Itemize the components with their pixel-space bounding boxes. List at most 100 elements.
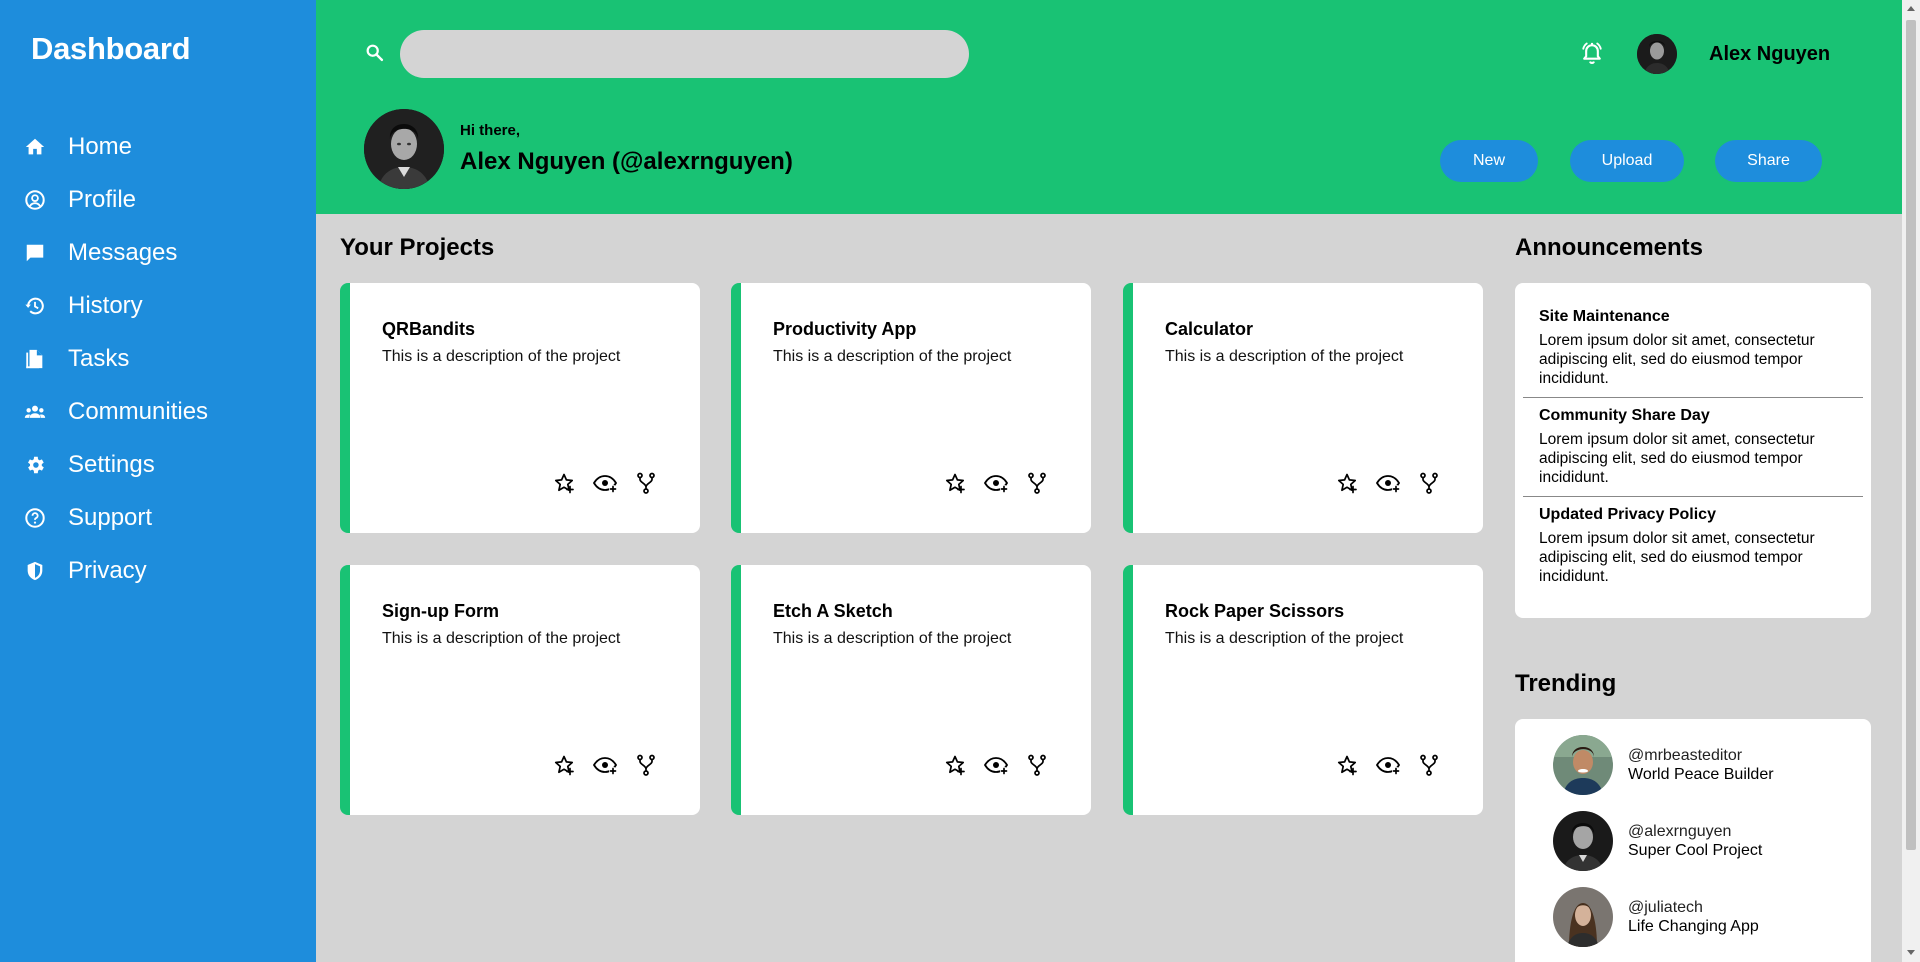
trending-project: Life Changing App xyxy=(1628,918,1759,935)
trending-handle: @alexrnguyen xyxy=(1628,823,1732,840)
project-title[interactable]: Productivity App xyxy=(773,319,916,340)
gear-icon xyxy=(24,454,46,476)
announcement-item: Updated Privacy Policy Lorem ipsum dolor… xyxy=(1523,496,1863,595)
announcements-card: Site Maintenance Lorem ipsum dolor sit a… xyxy=(1515,283,1871,618)
announcement-item: Site Maintenance Lorem ipsum dolor sit a… xyxy=(1523,303,1863,397)
trending-item[interactable]: @alexrnguyen Super Cool Project xyxy=(1553,811,1762,871)
trending-item[interactable]: @mrbeasteditor World Peace Builder xyxy=(1553,735,1774,795)
watch-icon[interactable] xyxy=(591,751,619,779)
announcement-text: Lorem ipsum dolor sit amet, consectetur … xyxy=(1539,332,1815,387)
project-actions xyxy=(941,469,1051,497)
project-actions xyxy=(550,751,660,779)
announcement-item: Community Share Day Lorem ipsum dolor si… xyxy=(1523,397,1863,496)
project-card[interactable]: Productivity App This is a description of… xyxy=(731,283,1091,533)
project-actions xyxy=(1333,751,1443,779)
sidebar-item-support[interactable]: Support xyxy=(0,491,316,544)
announcement-text: Lorem ipsum dolor sit amet, consectetur … xyxy=(1539,431,1815,486)
watch-icon[interactable] xyxy=(982,751,1010,779)
trending-item[interactable]: @juliatech Life Changing App xyxy=(1553,887,1759,947)
sidebar-item-profile[interactable]: Profile xyxy=(0,173,316,226)
trending-handle: @juliatech xyxy=(1628,899,1703,916)
fork-icon[interactable] xyxy=(1023,751,1051,779)
search-input[interactable] xyxy=(400,30,969,78)
project-actions xyxy=(1333,469,1443,497)
sidebar-item-home[interactable]: Home xyxy=(0,120,316,173)
profile-icon xyxy=(24,189,46,211)
sidebar-item-label: Support xyxy=(68,503,153,531)
fork-icon[interactable] xyxy=(1415,751,1443,779)
sidebar-nav: Home Profile Messages History Tasks Comm… xyxy=(0,120,316,597)
shield-icon xyxy=(24,560,46,582)
project-card[interactable]: Rock Paper Scissors This is a description… xyxy=(1123,565,1483,815)
sidebar-item-settings[interactable]: Settings xyxy=(0,438,316,491)
project-title[interactable]: Rock Paper Scissors xyxy=(1165,601,1344,622)
profile-avatar xyxy=(364,109,444,189)
new-button[interactable]: New xyxy=(1440,140,1538,182)
sidebar-item-tasks[interactable]: Tasks xyxy=(0,332,316,385)
trending-project: World Peace Builder xyxy=(1628,766,1774,783)
history-icon xyxy=(24,295,46,317)
watch-icon[interactable] xyxy=(1374,469,1402,497)
fork-icon[interactable] xyxy=(1415,469,1443,497)
announcements-title: Announcements xyxy=(1515,234,1704,261)
avatar xyxy=(1553,887,1613,947)
fork-icon[interactable] xyxy=(1023,469,1051,497)
sidebar: Dashboard Home Profile Messages History xyxy=(0,0,316,962)
watch-icon[interactable] xyxy=(591,469,619,497)
project-title[interactable]: Sign-up Form xyxy=(382,601,499,622)
project-actions xyxy=(550,469,660,497)
announcement-text: Lorem ipsum dolor sit amet, consectetur … xyxy=(1539,530,1815,585)
greeting: Hi there, xyxy=(460,122,521,139)
fork-icon[interactable] xyxy=(632,469,660,497)
star-add-icon[interactable] xyxy=(941,751,969,779)
communities-icon xyxy=(24,401,46,423)
sidebar-item-communities[interactable]: Communities xyxy=(0,385,316,438)
projects-title: Your Projects xyxy=(340,234,495,261)
search-icon[interactable] xyxy=(364,42,386,64)
project-card[interactable]: Etch A Sketch This is a description of th… xyxy=(731,565,1091,815)
project-description: This is a description of the project xyxy=(382,630,621,647)
project-title[interactable]: Calculator xyxy=(1165,319,1253,340)
sidebar-item-messages[interactable]: Messages xyxy=(0,226,316,279)
sidebar-item-privacy[interactable]: Privacy xyxy=(0,544,316,597)
project-description: This is a description of the project xyxy=(1165,630,1404,647)
announcement-title: Community Share Day xyxy=(1539,407,1710,424)
avatar xyxy=(1553,735,1613,795)
trending-project: Super Cool Project xyxy=(1628,842,1763,859)
star-add-icon[interactable] xyxy=(550,751,578,779)
star-add-icon[interactable] xyxy=(550,469,578,497)
scrollbar[interactable] xyxy=(1902,0,1920,962)
project-card[interactable]: QRBandits This is a description of the pr… xyxy=(340,283,700,533)
sidebar-item-label: Home xyxy=(68,132,133,160)
upload-button[interactable]: Upload xyxy=(1570,140,1684,182)
star-add-icon[interactable] xyxy=(1333,469,1361,497)
share-button[interactable]: Share xyxy=(1715,140,1822,182)
watch-icon[interactable] xyxy=(1374,751,1402,779)
avatar xyxy=(1553,811,1613,871)
bell-icon[interactable] xyxy=(1578,40,1606,68)
project-description: This is a description of the project xyxy=(773,630,1012,647)
sidebar-item-label: Privacy xyxy=(68,556,147,584)
sidebar-item-label: Tasks xyxy=(68,344,130,372)
scrollbar-thumb[interactable] xyxy=(1906,20,1916,850)
project-card[interactable]: Sign-up Form This is a description of the… xyxy=(340,565,700,815)
project-title[interactable]: QRBandits xyxy=(382,319,475,340)
watch-icon[interactable] xyxy=(982,469,1010,497)
messages-icon xyxy=(24,242,46,264)
scroll-down-icon[interactable] xyxy=(1907,950,1915,955)
scroll-up-icon[interactable] xyxy=(1907,6,1915,11)
avatar[interactable] xyxy=(1637,34,1677,74)
star-add-icon[interactable] xyxy=(941,469,969,497)
sidebar-item-history[interactable]: History xyxy=(0,279,316,332)
announcement-title: Site Maintenance xyxy=(1539,308,1670,325)
sidebar-item-label: Settings xyxy=(68,450,155,478)
tasks-icon xyxy=(24,348,46,370)
project-card[interactable]: Calculator This is a description of the p… xyxy=(1123,283,1483,533)
project-description: This is a description of the project xyxy=(773,348,1012,365)
header-username[interactable]: Alex Nguyen xyxy=(1709,43,1830,66)
trending-title: Trending xyxy=(1515,670,1617,697)
home-icon xyxy=(24,136,46,158)
fork-icon[interactable] xyxy=(632,751,660,779)
project-title[interactable]: Etch A Sketch xyxy=(773,601,893,622)
star-add-icon[interactable] xyxy=(1333,751,1361,779)
